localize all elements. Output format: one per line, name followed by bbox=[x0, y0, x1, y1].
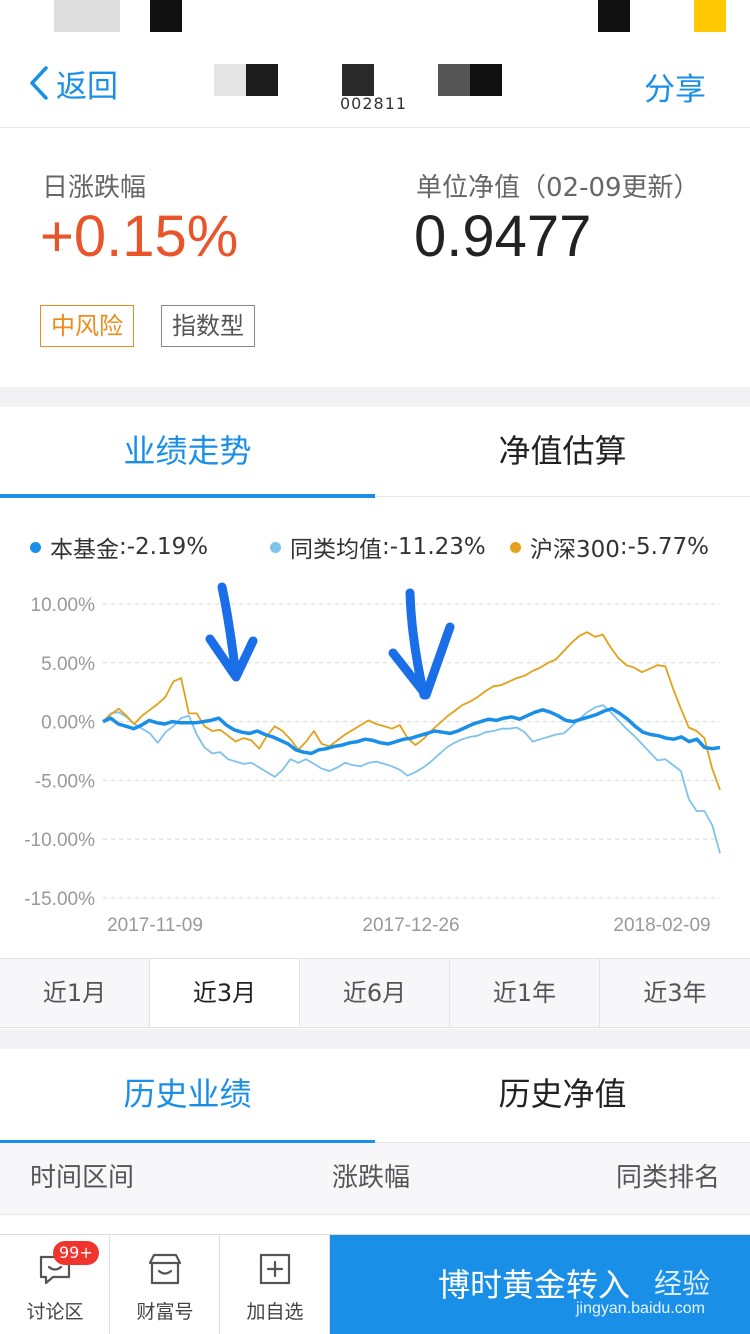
wealth-account-button[interactable]: 财富号 bbox=[110, 1235, 220, 1334]
y-tick-label: -5.00% bbox=[35, 771, 95, 792]
title-mask bbox=[214, 64, 246, 96]
y-tick-label: 10.00% bbox=[31, 595, 96, 616]
notification-badge: 99+ bbox=[53, 1241, 99, 1265]
nav-value: 0.9477 bbox=[414, 204, 592, 269]
nav-label: 单位净值（02-09更新） bbox=[416, 173, 700, 203]
tab-history-nav[interactable]: 历史净值 bbox=[375, 1049, 750, 1143]
column-header: 涨跌幅 bbox=[332, 1163, 411, 1193]
back-label: 返回 bbox=[56, 68, 118, 105]
chevron-left-icon bbox=[30, 66, 48, 100]
status-bar-mask bbox=[54, 0, 120, 32]
fund-summary: 日涨跌幅 +0.15% 单位净值（02-09更新） 0.9477 中风险 指数型 bbox=[0, 129, 750, 387]
y-tick-label: -10.00% bbox=[24, 830, 95, 851]
status-bar-mask bbox=[598, 0, 630, 32]
back-button[interactable]: 返回 bbox=[28, 62, 118, 105]
title-mask bbox=[246, 64, 278, 96]
tab-nav-estimate[interactable]: 净值估算 bbox=[375, 407, 750, 497]
y-tick-label: -15.00% bbox=[24, 889, 95, 910]
column-header: 时间区间 bbox=[30, 1163, 135, 1193]
legend-item-fund: 本基金:-2.19% bbox=[30, 530, 208, 564]
history-tabs: 历史业绩 历史净值 bbox=[0, 1049, 750, 1144]
add-watchlist-label: 加自选 bbox=[246, 1301, 304, 1323]
x-tick-label: 2017-11-09 bbox=[107, 915, 203, 936]
history-table-header: 时间区间 涨跌幅 同类排名 bbox=[0, 1143, 750, 1215]
range-tabs: 近1月 近3月 近6月 近1年 近3年 bbox=[0, 958, 750, 1028]
section-divider bbox=[0, 1029, 750, 1049]
tab-history-performance[interactable]: 历史业绩 bbox=[0, 1049, 375, 1144]
watermark-text: 经验 bbox=[653, 1267, 710, 1300]
bottom-action-bar: 99+ 讨论区 财富号 加自选 博时黄金转入 bbox=[0, 1234, 750, 1334]
range-3m[interactable]: 近3月 bbox=[150, 959, 300, 1027]
index-series-line bbox=[102, 631, 721, 791]
legend-item-index: 沪深300:-5.77% bbox=[510, 530, 709, 564]
chart-tabs: 业绩走势 净值估算 bbox=[0, 407, 750, 498]
status-bar bbox=[0, 0, 750, 36]
section-divider bbox=[0, 387, 750, 407]
share-button[interactable]: 分享 bbox=[644, 64, 706, 109]
title-mask bbox=[470, 64, 502, 96]
range-6m[interactable]: 近6月 bbox=[300, 959, 450, 1027]
legend-name: 沪深300 bbox=[530, 537, 620, 563]
y-tick-label: 0.00% bbox=[41, 713, 95, 734]
legend-dot bbox=[510, 541, 521, 553]
shop-icon bbox=[148, 1253, 182, 1285]
discussion-label: 讨论区 bbox=[26, 1301, 84, 1323]
legend-item-peer: 同类均值:-11.23% bbox=[270, 530, 486, 564]
range-3y[interactable]: 近3年 bbox=[600, 959, 750, 1027]
add-watchlist-button[interactable]: 加自选 bbox=[220, 1235, 330, 1334]
peer-series-line bbox=[102, 704, 721, 854]
legend-dot bbox=[270, 541, 281, 553]
daily-change-label: 日涨跌幅 bbox=[42, 173, 147, 203]
watermark-url: jingyan.baidu.com bbox=[576, 1300, 705, 1317]
risk-tag: 中风险 bbox=[40, 305, 134, 347]
legend-dot bbox=[30, 541, 41, 553]
legend-name: 本基金 bbox=[50, 537, 119, 563]
legend-value: :-11.23% bbox=[382, 534, 486, 560]
status-bar-mask bbox=[150, 0, 182, 32]
battery-icon bbox=[694, 0, 726, 32]
range-1m[interactable]: 近1月 bbox=[0, 959, 150, 1027]
legend-value: :-2.19% bbox=[119, 534, 209, 560]
fund-code: 002811 bbox=[340, 94, 408, 110]
tab-performance[interactable]: 业绩走势 bbox=[0, 407, 375, 498]
performance-chart: 10.00% 5.00% 0.00% -5.00% -10.00% -15.00% 201… bbox=[24, 582, 721, 936]
daily-change-value: +0.15% bbox=[40, 204, 239, 269]
x-tick-label: 2018-02-09 bbox=[613, 915, 710, 936]
legend-value: :-5.77% bbox=[619, 534, 710, 560]
title-mask bbox=[342, 64, 374, 96]
nav-bar: 返回 002811 分享 bbox=[0, 36, 750, 128]
title-mask bbox=[438, 64, 470, 96]
add-watchlist-icon bbox=[259, 1253, 291, 1285]
wealth-account-label: 财富号 bbox=[136, 1301, 194, 1323]
annotation-arrows bbox=[205, 582, 455, 700]
legend-name: 同类均值 bbox=[290, 537, 382, 563]
y-tick-label: 5.00% bbox=[41, 654, 95, 675]
x-tick-label: 2017-12-26 bbox=[362, 915, 459, 936]
type-tag: 指数型 bbox=[161, 305, 255, 347]
discussion-button[interactable]: 99+ 讨论区 bbox=[0, 1235, 110, 1334]
range-1y[interactable]: 近1年 bbox=[450, 959, 600, 1027]
column-header: 同类排名 bbox=[615, 1163, 720, 1193]
